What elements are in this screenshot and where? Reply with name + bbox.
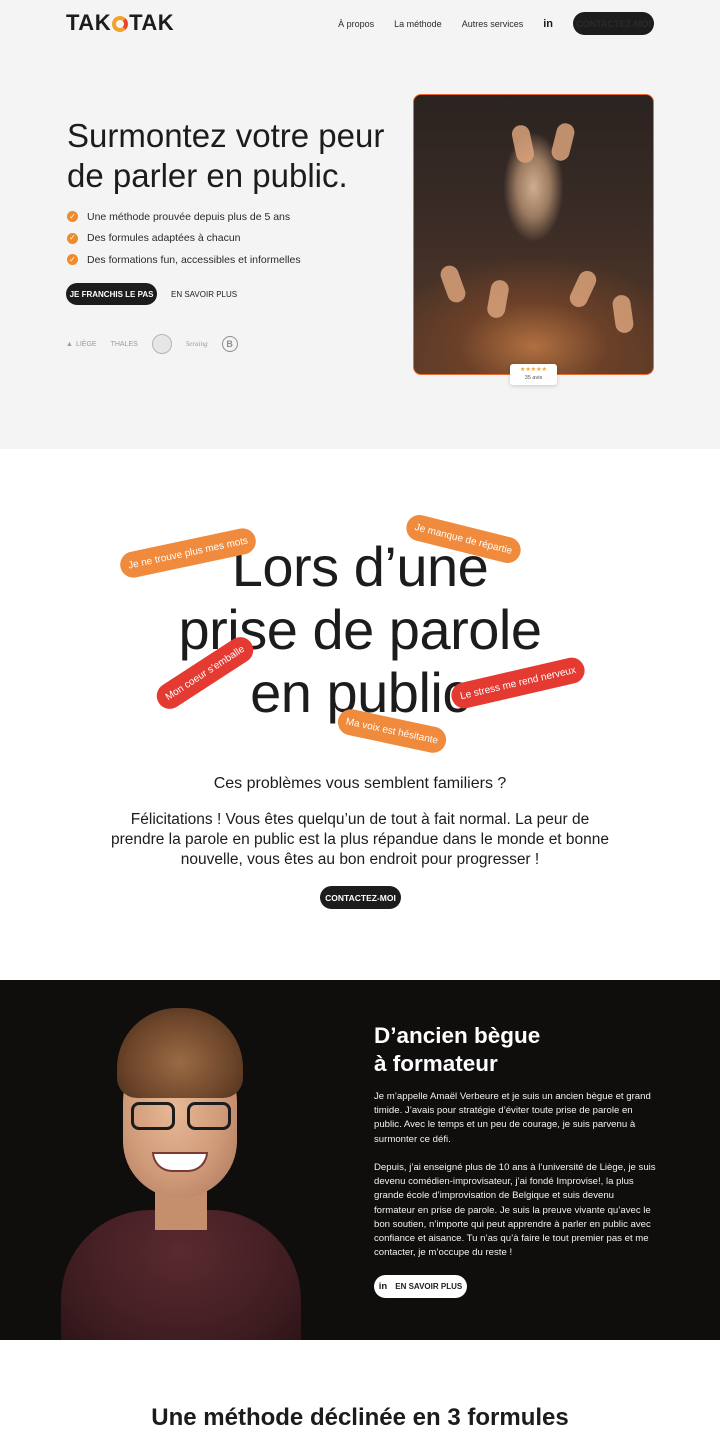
- b-logo: B: [221, 336, 238, 352]
- je-franchis-le-pas-button[interactable]: JE FRANCHIS LE PAS: [66, 283, 157, 305]
- bio-paragraph-2: Depuis, j’ai enseigné plus de 10 ans à l…: [374, 1162, 656, 1259]
- benefit-list: ✓ Une méthode prouvée depuis plus de 5 an…: [67, 206, 301, 271]
- raised-arm-right: [549, 121, 577, 163]
- portrait-hair: [117, 1008, 243, 1098]
- bio-section: [0, 980, 720, 1340]
- hero-photo: [413, 94, 654, 375]
- hero-section: TAK TAK À propos La méthode Autres servic…: [0, 0, 720, 449]
- nav-link-la-methode[interactable]: La méthode: [394, 19, 442, 29]
- hero-title-text: Surmontez votre peur de parler en public.: [67, 117, 385, 194]
- seal-logo: [151, 334, 172, 354]
- benefit-item: ✓ Des formules adaptées à chacun: [67, 228, 301, 250]
- portrait-photo: [55, 1000, 315, 1340]
- linkedin-icon[interactable]: in: [543, 18, 553, 30]
- crowd-hand: [438, 263, 468, 305]
- rating-count: 35 avis: [524, 375, 543, 381]
- hero-title: Surmontez votre peur de parler en public.: [67, 116, 384, 196]
- benefit-item: ✓ Une méthode prouvée depuis plus de 5 an…: [67, 206, 301, 228]
- crowd-hand: [566, 267, 600, 311]
- benefit-text: Des formules adaptées à chacun: [87, 232, 241, 245]
- thales-logo: THALES: [110, 340, 138, 348]
- check-icon: ✓: [67, 232, 78, 244]
- benefit-text: Des formations fun, accessibles et infor…: [87, 253, 301, 266]
- logo-text-2: TAK: [129, 10, 175, 35]
- site-logo[interactable]: TAK TAK: [66, 10, 174, 36]
- bio-title-line: D’ancien bègue: [374, 1023, 541, 1048]
- problems-question: Ces problèmes vous semblent familiers ?: [213, 775, 507, 792]
- contact-button[interactable]: CONTACTEZ-MOI: [573, 12, 654, 35]
- logo-ring-icon: [112, 16, 129, 32]
- headline-line: Lors d’une: [231, 535, 489, 598]
- star-icon: ★★★★★: [520, 367, 547, 373]
- benefit-item: ✓ Des formations fun, accessibles et info…: [67, 249, 301, 271]
- main-nav: À propos La méthode Autres services in C…: [338, 12, 654, 35]
- contact-button-secondary[interactable]: CONTACTEZ-MOI: [320, 886, 401, 909]
- bio-paragraph-1: Je m’appelle Amaël Verbeure et je suis u…: [374, 1091, 651, 1145]
- bio-title: D’ancien bègue à formateur: [374, 1022, 540, 1078]
- logo-text-1: TAK: [66, 10, 112, 35]
- check-icon: ✓: [67, 254, 78, 266]
- bio-en-savoir-plus-button[interactable]: in EN SAVOIR PLUS: [374, 1275, 467, 1298]
- glasses-right: [187, 1102, 231, 1130]
- nav-link-a-propos[interactable]: À propos: [338, 19, 374, 29]
- en-savoir-plus-link[interactable]: EN SAVOIR PLUS: [171, 290, 237, 299]
- linkedin-icon: in: [378, 1281, 388, 1292]
- problems-paragraph: Félicitations ! Vous êtes quelqu’un de t…: [110, 811, 610, 868]
- crowd-hand: [485, 278, 511, 320]
- problems-headline: Lors d’une prise de parole en public: [0, 535, 720, 724]
- liege-logo-text: LIÈGE: [75, 340, 97, 348]
- check-icon: ✓: [67, 211, 78, 223]
- raised-arm-left: [510, 123, 536, 165]
- formulas-title: Une méthode déclinée en 3 formules: [151, 1404, 569, 1431]
- liege-logo: ▲ LIÈGE: [66, 340, 97, 348]
- crowd-hand: [611, 293, 635, 335]
- headline-line: prise de parole: [178, 598, 542, 661]
- glasses-left: [131, 1102, 175, 1130]
- nav-link-autres-services[interactable]: Autres services: [462, 19, 524, 29]
- seraing-logo: Seraing: [185, 340, 208, 348]
- hero-actions: JE FRANCHIS LE PAS EN SAVOIR PLUS: [66, 283, 237, 305]
- bio-title-line: à formateur: [374, 1051, 498, 1076]
- rating-badge: ★★★★★ 35 avis: [510, 364, 557, 385]
- bio-cta-label: EN SAVOIR PLUS: [395, 1282, 463, 1291]
- benefit-text: Une méthode prouvée depuis plus de 5 ans: [87, 210, 291, 223]
- client-logos: ▲ LIÈGE THALES Seraing B: [66, 334, 238, 354]
